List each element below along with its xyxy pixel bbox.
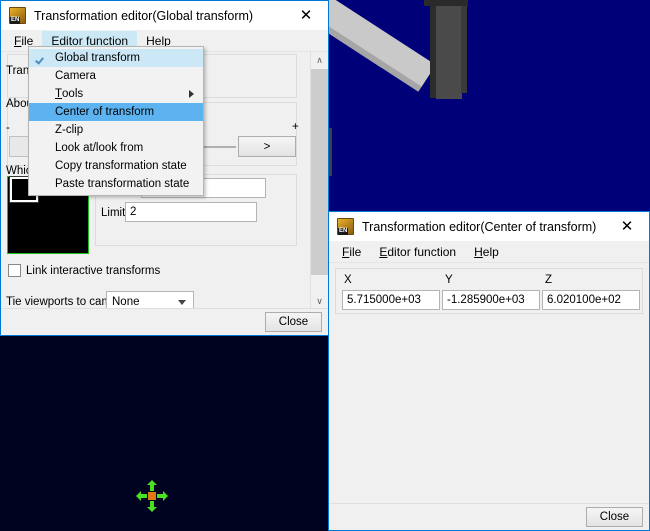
chevron-down-icon [178,299,186,305]
menu-item-label: Center of transform [55,106,155,118]
y-label: Y [445,274,453,286]
menu-item-z-clip[interactable]: Z-clip [29,121,203,139]
y-field[interactable]: -1.285900e+03 [442,290,540,310]
window-center-of-transform[interactable]: Transformation editor(Center of transfor… [328,211,650,531]
gizmo-arrow-down-icon [147,507,157,512]
chevron-right-icon [189,90,194,98]
close-button[interactable]: Close [265,312,322,332]
x-label: X [344,274,352,286]
plus-label: + [292,121,299,133]
editor-function-menu[interactable]: Global transform Camera Tools Center of … [28,46,204,196]
menu-item-label: Camera [55,70,96,82]
menu-item-mnemonic: T [55,88,63,100]
menu-file[interactable]: File [333,242,370,262]
coordinates-panel: X 5.715000e+03 Y -1.285900e+03 Z 6.02010… [335,268,643,314]
menu-item-camera[interactable]: Camera [29,67,203,85]
menu-item-label: Copy transformation state [55,160,187,172]
menu-item-global-transform[interactable]: Global transform [29,49,203,67]
window2-menubar[interactable]: File Editor function Help [329,241,649,263]
window1-statusbar: Close [1,308,328,335]
menu-editor-function-label-rest: ditor function [387,244,457,259]
column-top-cap [424,0,468,6]
gizmo-arrow-up-icon [147,480,157,485]
window2-statusbar: Close [329,503,649,530]
column-front-face [436,0,462,99]
z-field[interactable]: 6.020100e+02 [542,290,640,310]
minus-label: - [6,122,10,134]
menu-file-label-rest: ile [349,244,362,259]
limit-field[interactable]: 2 [125,202,257,222]
menu-item-center-of-transform[interactable]: Center of transform [29,103,203,121]
scroll-up-icon[interactable]: ∧ [311,52,328,69]
window1-scrollbar[interactable]: ∧ ∨ [310,52,328,310]
link-interactive-label: Link interactive transforms [26,265,161,277]
menu-item-look-at-look-from[interactable]: Look at/look from [29,139,203,157]
tie-viewports-value: None [112,295,140,308]
column-right-face [461,0,467,93]
z-label: Z [545,274,553,286]
close-icon[interactable]: ✕ [605,212,649,241]
menu-editor-function[interactable]: Editor function [370,242,465,262]
scrollbar-thumb[interactable] [311,69,328,275]
window2-title: Transformation editor(Center of transfor… [362,219,597,234]
center-of-transform-gizmo[interactable] [136,480,168,512]
window2-titlebar[interactable]: Transformation editor(Center of transfor… [329,212,649,241]
menu-item-label: Z-clip [55,124,84,136]
menu-item-label: Global transform [55,52,141,64]
viewport-upper-region[interactable] [328,0,650,212]
menu-help[interactable]: Help [465,242,508,262]
gizmo-center-hub[interactable] [148,492,156,500]
close-button[interactable]: Close [586,507,643,527]
close-icon[interactable]: ✕ [284,1,328,30]
window2-body: X 5.715000e+03 Y -1.285900e+03 Z 6.02010… [329,263,649,506]
app-icon [9,7,26,24]
menu-item-label: Paste transformation state [55,178,190,190]
checkmark-icon [37,53,46,62]
menu-item-paste-transformation-state[interactable]: Paste transformation state [29,175,203,193]
menu-help-label-rest: elp [482,244,499,259]
menu-item-label-rest: ools [62,88,84,100]
app-icon [337,218,354,235]
menu-item-label: Look at/look from [55,142,144,154]
x-field[interactable]: 5.715000e+03 [342,290,440,310]
menu-item-copy-transformation-state[interactable]: Copy transformation state [29,157,203,175]
menu-item-tools[interactable]: Tools [29,85,203,103]
window1-title: Transformation editor(Global transform) [34,8,254,23]
step-forward-button[interactable]: > [238,136,296,157]
link-interactive-checkbox[interactable] [8,264,21,277]
limit-label: Limit [101,207,126,219]
window1-titlebar[interactable]: Transformation editor(Global transform) … [1,1,328,30]
gizmo-arrow-left-icon [136,491,141,501]
gizmo-arrow-right-icon [163,491,168,501]
